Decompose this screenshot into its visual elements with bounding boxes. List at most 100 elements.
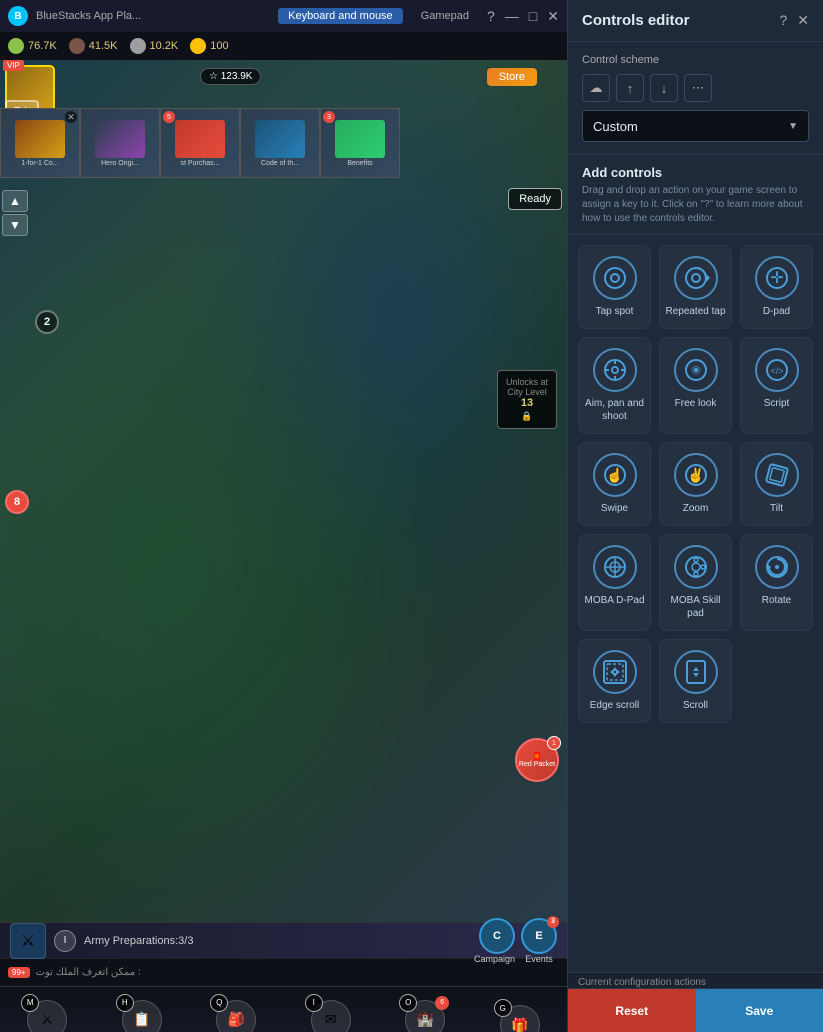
aim-pan-shoot-label: Aim, pan and shoot bbox=[584, 397, 645, 423]
carousel-item-1[interactable]: Hero Origi... bbox=[80, 108, 160, 178]
tab-keyboard[interactable]: Keyboard and mouse bbox=[278, 8, 403, 24]
nav-mail[interactable]: ✉ I Mail bbox=[311, 1000, 351, 1032]
scheme-import-icon[interactable]: ↓ bbox=[650, 74, 678, 102]
nav-extra[interactable]: 🎁 G bbox=[500, 1005, 540, 1032]
carousel-item-2[interactable]: 5 st Purchas... bbox=[160, 108, 240, 178]
arrow-down[interactable]: ▼ bbox=[2, 214, 28, 236]
swipe-label: Swipe bbox=[601, 502, 628, 515]
repeated-tap-icon bbox=[674, 256, 718, 300]
control-scroll[interactable]: Scroll bbox=[659, 639, 732, 723]
moba-skill-pad-icon bbox=[674, 545, 718, 589]
bottom-nav: ⚔ M Heroes 📋 H Quests 🎒 Q Items ✉ I Mail… bbox=[0, 986, 567, 1032]
arrow-nav: ▲ ▼ bbox=[2, 190, 28, 236]
game-viewport[interactable]: VIP VIP 2 Tab 2 ▲ ▼ ☆ 123.9K Store ✕ bbox=[0, 60, 567, 922]
control-moba-d-pad[interactable]: MOBA D-Pad bbox=[578, 534, 651, 631]
carousel-item-4[interactable]: 3 Benefits bbox=[320, 108, 400, 178]
guild-crest: ⚔ bbox=[10, 923, 46, 959]
nav-items[interactable]: 🎒 Q Items bbox=[216, 1000, 256, 1032]
edge-scroll-icon bbox=[593, 650, 637, 694]
controls-grid: Tap spot Repeated tap ✛ D-pad bbox=[568, 235, 823, 972]
control-script[interactable]: </> Script bbox=[740, 337, 813, 434]
unlock-popup: Unlocks at City Level 13 🔒 bbox=[497, 370, 557, 429]
campaign-button[interactable]: C bbox=[479, 918, 515, 954]
vip-label: VIP bbox=[3, 60, 24, 71]
chevron-down-icon: ▼ bbox=[788, 121, 798, 132]
red-packet-icon: 🧧 bbox=[532, 752, 542, 761]
red-packet-button[interactable]: 🧧 Red Packet 1 bbox=[515, 738, 559, 782]
control-repeated-tap[interactable]: Repeated tap bbox=[659, 245, 732, 329]
scheme-sync-icon[interactable]: ☁ bbox=[582, 74, 610, 102]
carousel-item-0[interactable]: ✕ 1-for-1 Co... bbox=[0, 108, 80, 178]
control-zoom[interactable]: ✌ Zoom bbox=[659, 442, 732, 526]
scroll-icon bbox=[674, 650, 718, 694]
zoom-icon: ✌ bbox=[674, 453, 718, 497]
scheme-export-icon[interactable]: ↑ bbox=[616, 74, 644, 102]
tap-spot-icon bbox=[593, 256, 637, 300]
arrow-up[interactable]: ▲ bbox=[2, 190, 28, 212]
scheme-value: Custom bbox=[593, 119, 638, 134]
top-icons: ? — □ ✕ bbox=[487, 8, 559, 25]
add-controls-section: Add controls Drag and drop an action on … bbox=[568, 155, 823, 235]
close-icon[interactable]: ✕ bbox=[547, 8, 559, 25]
help-icon[interactable]: ? bbox=[487, 8, 495, 25]
resource-gold: 100 bbox=[190, 38, 228, 54]
store-button[interactable]: Store bbox=[487, 68, 537, 86]
moba-d-pad-label: MOBA D-Pad bbox=[584, 594, 644, 607]
edge-scroll-label: Edge scroll bbox=[590, 699, 639, 712]
map-background bbox=[0, 60, 567, 922]
nav-heroes[interactable]: ⚔ M Heroes bbox=[27, 1000, 67, 1032]
events-label: Events bbox=[525, 954, 553, 964]
tab-gamepad[interactable]: Gamepad bbox=[411, 8, 479, 24]
panel-header-icons: ? ✕ bbox=[779, 12, 809, 29]
carousel-item-3[interactable]: Code of th... bbox=[240, 108, 320, 178]
svg-text:✛: ✛ bbox=[770, 270, 783, 287]
control-moba-skill-pad[interactable]: MOBA Skill pad bbox=[659, 534, 732, 631]
control-tilt[interactable]: Tilt bbox=[740, 442, 813, 526]
moba-d-pad-icon bbox=[593, 545, 637, 589]
control-free-look[interactable]: Free look bbox=[659, 337, 732, 434]
ready-button[interactable]: Ready bbox=[508, 188, 562, 210]
nav-quests[interactable]: 📋 H Quests bbox=[122, 1000, 162, 1032]
tilt-icon bbox=[755, 453, 799, 497]
resource-wood: 41.5K bbox=[69, 38, 118, 54]
army-bar: ⚔ I Army Preparations:3/3 C Campaign E 3 bbox=[0, 922, 567, 958]
control-edge-scroll[interactable]: Edge scroll bbox=[578, 639, 651, 723]
close-panel-icon[interactable]: ✕ bbox=[797, 12, 809, 29]
scheme-label: Control scheme bbox=[582, 54, 809, 66]
scheme-section: Control scheme ☁ ↑ ↓ ⋯ Custom ▼ bbox=[568, 42, 823, 155]
resource-food: 76.7K bbox=[8, 38, 57, 54]
mail-key: I bbox=[305, 994, 323, 1012]
control-d-pad[interactable]: ✛ D-pad bbox=[740, 245, 813, 329]
events-button[interactable]: E 3 bbox=[521, 918, 557, 954]
control-tap-spot[interactable]: Tap spot bbox=[578, 245, 651, 329]
control-rotate[interactable]: Rotate bbox=[740, 534, 813, 631]
swipe-icon: ☝ bbox=[593, 453, 637, 497]
maximize-icon[interactable]: □ bbox=[529, 8, 537, 25]
carousel-close-0[interactable]: ✕ bbox=[65, 111, 77, 123]
packet-badge: 1 bbox=[547, 736, 561, 750]
minimize-icon[interactable]: — bbox=[505, 8, 519, 25]
scheme-select[interactable]: Custom ▼ bbox=[582, 110, 809, 142]
help-icon[interactable]: ? bbox=[779, 12, 787, 29]
chat-badge: 99+ bbox=[8, 967, 30, 978]
reset-button[interactable]: Reset bbox=[568, 989, 696, 1032]
d-pad-label: D-pad bbox=[763, 305, 790, 318]
scheme-more-icon[interactable]: ⋯ bbox=[684, 74, 712, 102]
control-aim-pan-shoot[interactable]: Aim, pan and shoot bbox=[578, 337, 651, 434]
resource-stone: 10.2K bbox=[130, 38, 179, 54]
app-title: BlueStacks App Pla... bbox=[36, 10, 270, 22]
free-look-label: Free look bbox=[675, 397, 717, 410]
bottom-actions: Reset Save bbox=[568, 988, 823, 1032]
food-icon bbox=[8, 38, 24, 54]
scroll-label: Scroll bbox=[683, 699, 708, 712]
quests-key: H bbox=[116, 994, 134, 1012]
scheme-toolbar: ☁ ↑ ↓ ⋯ bbox=[582, 74, 809, 102]
carousel-badge-2: 5 bbox=[163, 111, 175, 123]
zoom-label: Zoom bbox=[683, 502, 709, 515]
save-button[interactable]: Save bbox=[696, 989, 823, 1032]
carousel: ✕ 1-for-1 Co... Hero Origi... 5 st Purch… bbox=[0, 108, 567, 178]
nav-guild[interactable]: 🏰 O 6 Guild bbox=[405, 1000, 445, 1032]
add-controls-desc: Drag and drop an action on your game scr… bbox=[582, 184, 809, 226]
controls-panel: Controls editor ? ✕ Control scheme ☁ ↑ ↓… bbox=[567, 0, 823, 1032]
control-swipe[interactable]: ☝ Swipe bbox=[578, 442, 651, 526]
